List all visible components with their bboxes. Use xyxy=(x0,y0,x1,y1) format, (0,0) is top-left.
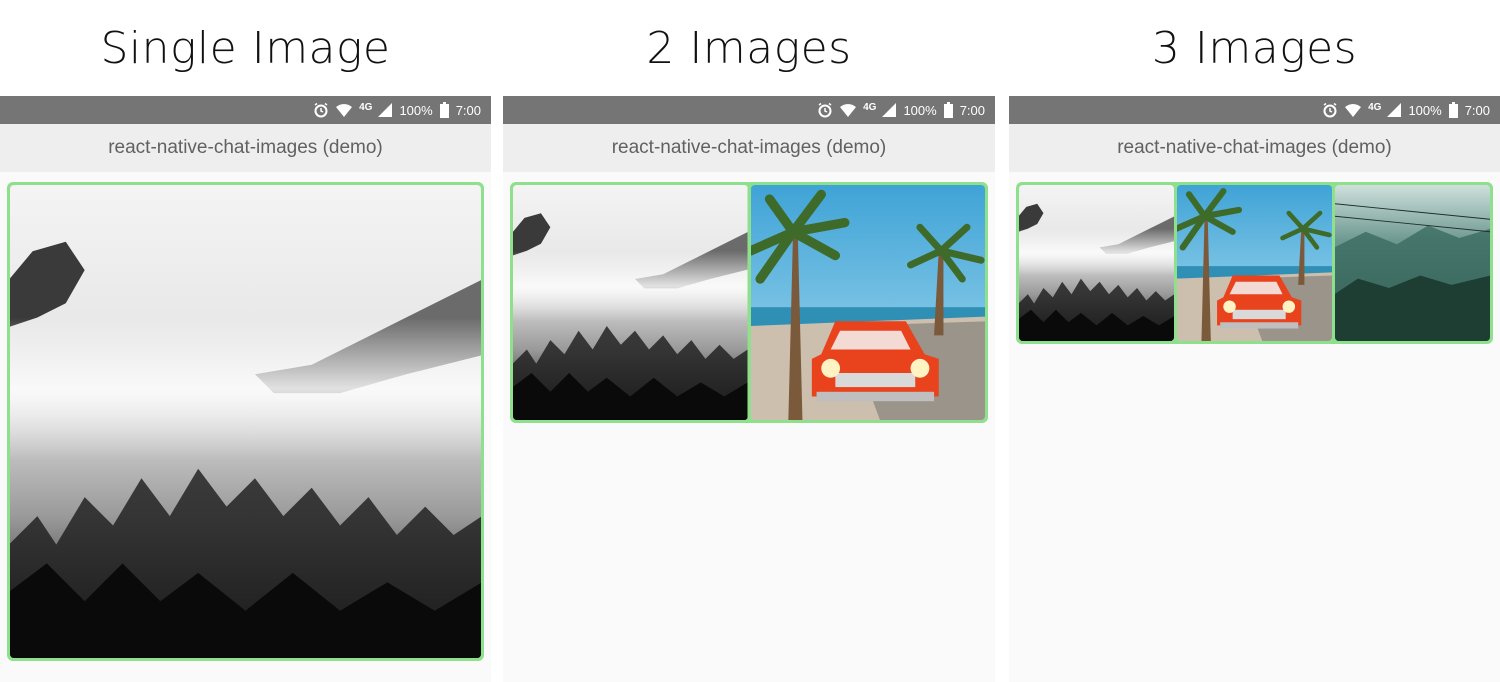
app-toolbar: react-native-chat-images (demo) xyxy=(503,124,995,172)
image-grid xyxy=(1016,182,1493,344)
signal-icon xyxy=(376,102,393,118)
image-grid xyxy=(7,182,484,661)
chat-image[interactable] xyxy=(751,185,986,420)
panel-two-images: 2 Images 4G 100% 7:00 react-native-chat-… xyxy=(503,0,995,682)
alarm-icon xyxy=(313,102,329,118)
network-type: 4G xyxy=(359,101,373,113)
clock: 7:00 xyxy=(1464,102,1490,118)
signal-icon xyxy=(880,102,897,118)
network-type: 4G xyxy=(1368,101,1382,113)
battery-icon xyxy=(943,102,953,118)
status-bar: 4G 100% 7:00 xyxy=(0,96,491,124)
app-toolbar: react-native-chat-images (demo) xyxy=(1009,124,1500,172)
panel-three-images: 3 Images 4G 100% 7:00 react-native-chat-… xyxy=(1009,0,1500,682)
clock: 7:00 xyxy=(959,102,985,118)
wifi-icon xyxy=(1345,102,1362,118)
battery-level: 100% xyxy=(1408,102,1442,118)
chat-image[interactable] xyxy=(1335,185,1490,341)
panel-heading: 2 Images xyxy=(646,22,852,74)
panel-heading: Single Image xyxy=(100,22,391,74)
wifi-icon xyxy=(336,102,353,118)
toolbar-title: react-native-chat-images (demo) xyxy=(108,137,383,158)
wifi-icon xyxy=(840,102,857,118)
phone-screen: 4G 100% 7:00 react-native-chat-images (d… xyxy=(1009,96,1500,682)
battery-level: 100% xyxy=(399,102,433,118)
toolbar-title: react-native-chat-images (demo) xyxy=(611,137,887,158)
chat-image[interactable] xyxy=(1019,185,1174,341)
image-grid xyxy=(510,182,988,423)
toolbar-title: react-native-chat-images (demo) xyxy=(1117,137,1392,158)
phone-screen: 4G 100% 7:00 react-native-chat-images (d… xyxy=(503,96,995,682)
panel-heading: 3 Images xyxy=(1151,22,1358,74)
panel-single-image: Single Image 4G 100% 7:00 react-native-c… xyxy=(0,0,491,682)
status-bar: 4G 100% 7:00 xyxy=(503,96,995,124)
chat-image[interactable] xyxy=(10,185,481,658)
status-bar: 4G 100% 7:00 xyxy=(1009,96,1500,124)
alarm-icon xyxy=(817,102,833,118)
alarm-icon xyxy=(1322,102,1338,118)
phone-screen: 4G 100% 7:00 react-native-chat-images (d… xyxy=(0,96,491,682)
battery-icon xyxy=(1448,102,1458,118)
battery-level: 100% xyxy=(903,102,937,118)
battery-icon xyxy=(439,102,449,118)
app-toolbar: react-native-chat-images (demo) xyxy=(0,124,491,172)
chat-image[interactable] xyxy=(1177,185,1332,341)
signal-icon xyxy=(1385,102,1402,118)
chat-image[interactable] xyxy=(513,185,748,420)
network-type: 4G xyxy=(863,101,877,113)
clock: 7:00 xyxy=(455,102,481,118)
